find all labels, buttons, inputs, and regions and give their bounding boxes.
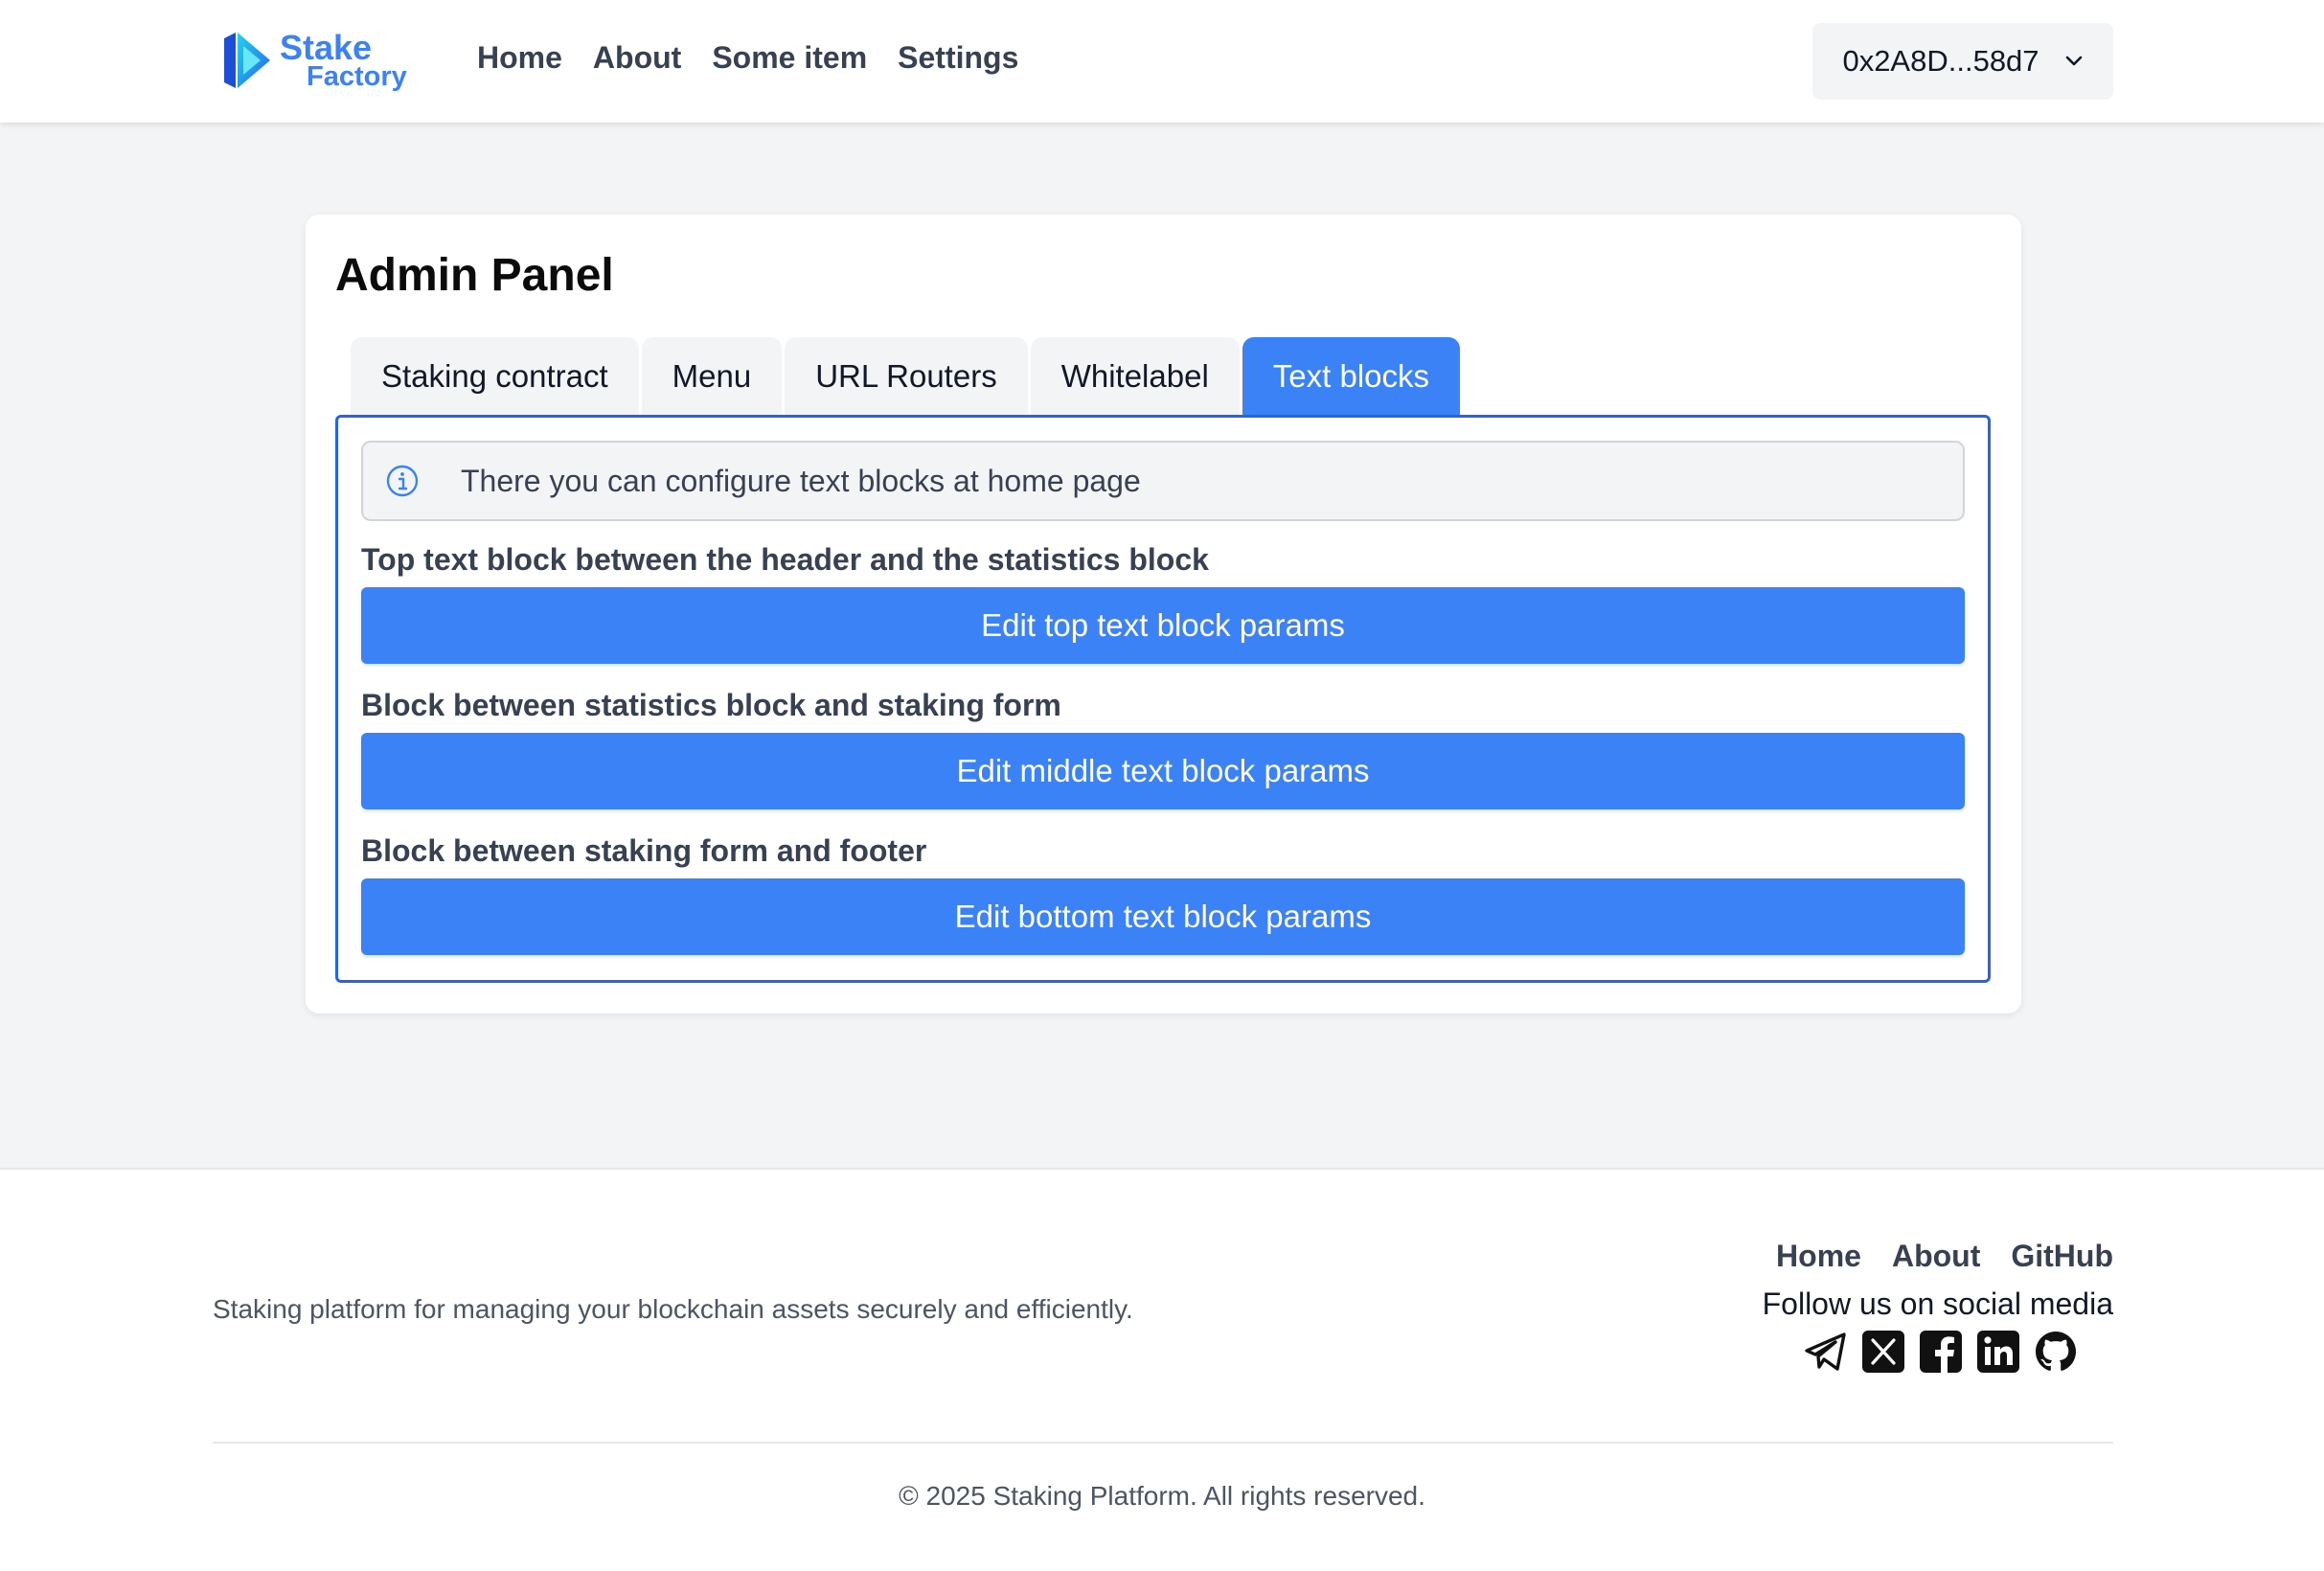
tab-panel-text-blocks: There you can configure text blocks at h… <box>335 415 1991 983</box>
follow-text: Follow us on social media <box>1762 1286 2113 1321</box>
logo-text-stake: Stake <box>280 27 373 67</box>
footer-link-github[interactable]: GitHub <box>2011 1239 2113 1274</box>
top-block-label: Top text block between the header and th… <box>361 542 1209 577</box>
footer-links: Home About GitHub <box>1776 1239 2113 1274</box>
info-icon <box>386 465 419 497</box>
footer-description: Staking platform for managing your block… <box>213 1294 1133 1324</box>
top-header: Stake Factory Home About Some item Setti… <box>0 0 2324 123</box>
logo[interactable]: Stake Factory <box>222 29 414 92</box>
copyright-text: © 2025 Staking Platform. All rights rese… <box>899 1481 1425 1511</box>
github-icon[interactable] <box>2033 1329 2079 1375</box>
edit-top-block-button[interactable]: Edit top text block params <box>361 587 1965 664</box>
main-nav: Home About Some item Settings <box>477 40 1018 76</box>
social-icons <box>1803 1329 2079 1375</box>
wallet-address: 0x2A8D...58d7 <box>1842 44 2039 78</box>
edit-middle-block-button[interactable]: Edit middle text block params <box>361 733 1965 809</box>
tab-url-routers[interactable]: URL Routers <box>785 337 1028 416</box>
tab-staking-contract[interactable]: Staking contract <box>351 337 639 416</box>
logo-text-factory: Factory <box>307 60 407 92</box>
facebook-icon[interactable] <box>1918 1329 1964 1375</box>
page-title: Admin Panel <box>335 250 614 301</box>
nav-about[interactable]: About <box>593 40 681 76</box>
nav-some-item[interactable]: Some item <box>712 40 867 76</box>
wallet-dropdown[interactable]: 0x2A8D...58d7 <box>1812 23 2113 100</box>
footer-link-about[interactable]: About <box>1892 1239 1980 1274</box>
footer-link-home[interactable]: Home <box>1776 1239 1861 1274</box>
telegram-icon[interactable] <box>1803 1329 1849 1375</box>
nav-settings[interactable]: Settings <box>898 40 1018 76</box>
tab-text-blocks[interactable]: Text blocks <box>1242 337 1461 416</box>
nav-home[interactable]: Home <box>477 40 562 76</box>
info-text: There you can configure text blocks at h… <box>461 463 1141 498</box>
edit-bottom-block-button[interactable]: Edit bottom text block params <box>361 878 1965 955</box>
bottom-block-label: Block between staking form and footer <box>361 833 927 868</box>
logo-icon <box>224 33 270 88</box>
footer-divider <box>213 1442 2113 1444</box>
chevron-down-icon <box>2065 56 2082 66</box>
linkedin-icon[interactable] <box>1975 1329 2021 1375</box>
tab-whitelabel[interactable]: Whitelabel <box>1030 337 1240 416</box>
tab-bar: Staking contract Menu URL Routers Whitel… <box>351 337 1461 416</box>
info-alert: There you can configure text blocks at h… <box>361 441 1965 521</box>
footer: Staking platform for managing your block… <box>0 1168 2324 1571</box>
tab-menu[interactable]: Menu <box>641 337 783 416</box>
middle-block-label: Block between statistics block and staki… <box>361 688 1061 722</box>
admin-panel-card: Admin Panel Staking contract Menu URL Ro… <box>306 215 2021 1013</box>
x-icon[interactable] <box>1860 1329 1906 1375</box>
